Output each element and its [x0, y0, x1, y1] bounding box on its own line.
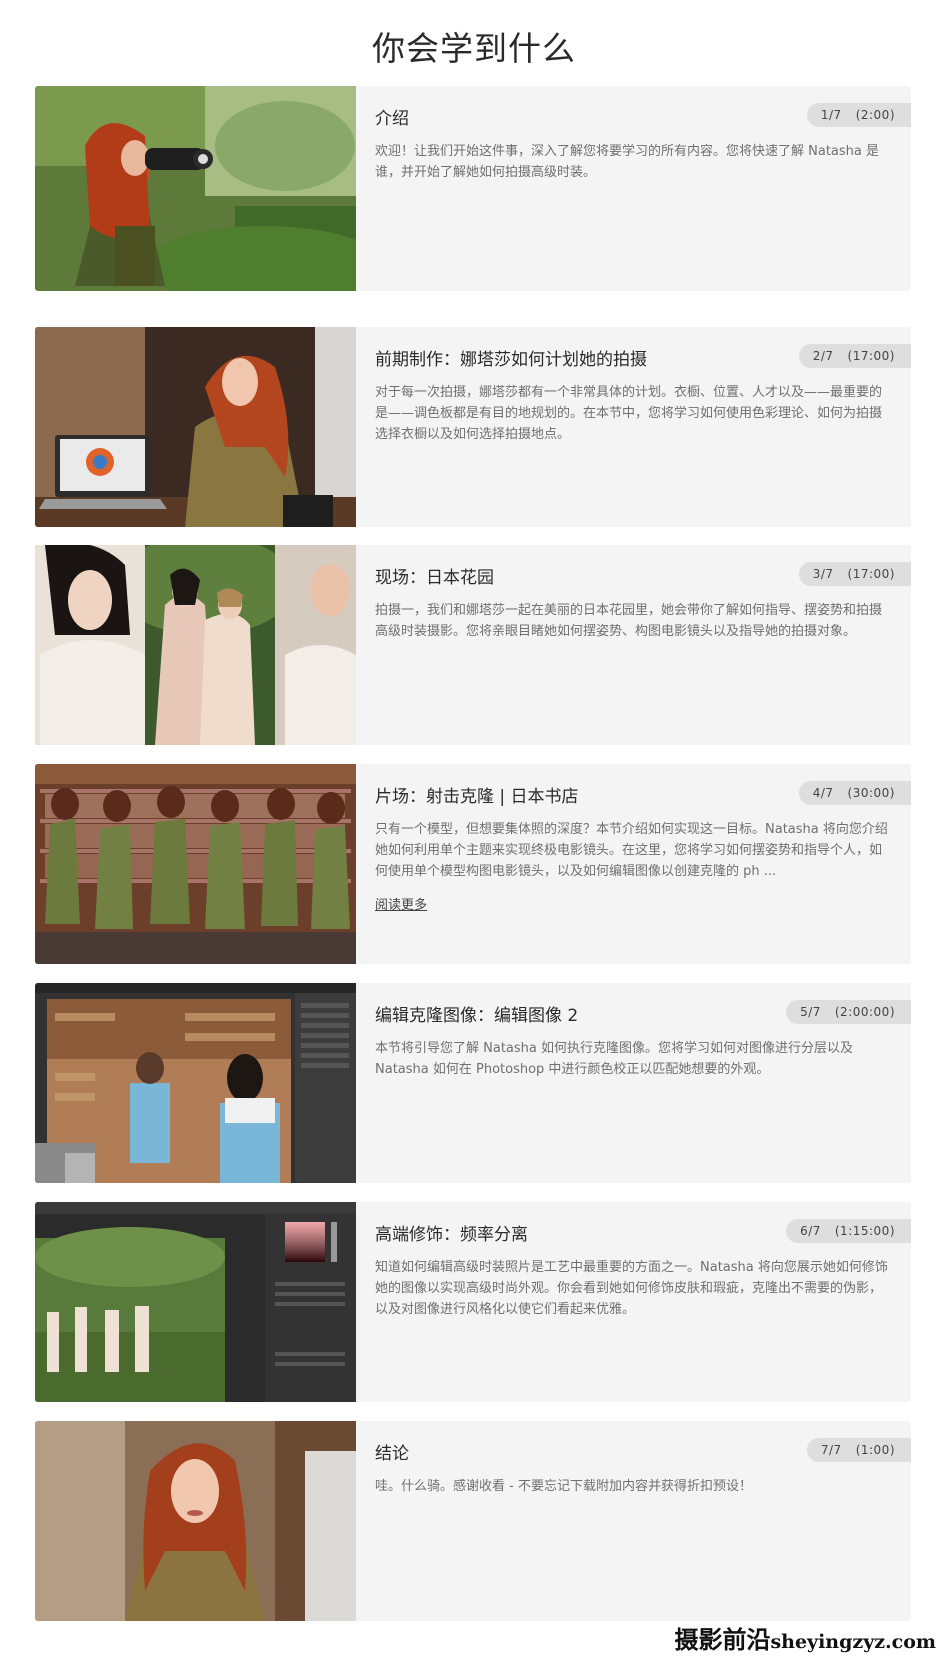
lesson-description: 本节将引导您了解 Natasha 如何执行克隆图像。您将学习如何对图像进行分层以…: [375, 1041, 853, 1077]
lesson-thumbnail[interactable]: [35, 545, 356, 745]
lesson-card[interactable]: 结论 7/7 (1:00) 哇。什么骑。感谢收看 - 不要忘记下载附加内容并获得折…: [35, 1421, 911, 1621]
woman-talking-to-camera-photo: [35, 1421, 356, 1621]
lesson-title[interactable]: 高端修饰：频率分离: [375, 1220, 528, 1245]
lesson-card[interactable]: 介绍 1/7 (2:00) 欢迎！让我们开始这件事，深入了解您将要学习的所有内容。…: [35, 86, 911, 291]
photographer-in-garden-photo: [35, 86, 356, 291]
lesson-duration: (30:00): [847, 786, 895, 800]
lesson-duration: (2:00:00): [834, 1005, 895, 1019]
lesson-thumbnail[interactable]: [35, 1202, 356, 1402]
lesson-progress-badge: 6/7 (1:15:00): [786, 1219, 911, 1243]
woman-with-laptop-photo: [35, 327, 356, 527]
lesson-thumbnail[interactable]: [35, 764, 356, 964]
site-watermark: 摄影前沿sheyingzyz.com: [668, 1623, 942, 1657]
lesson-thumbnail[interactable]: [35, 327, 356, 527]
lesson-description: 知道如何编辑高级时装照片是工艺中最重要的方面之一。Natasha 将向您展示她如…: [375, 1260, 888, 1317]
lesson-card[interactable]: 编辑克隆图像：编辑图像 2 5/7 (2:00:00) 本节将引导您了解 Nata…: [35, 983, 911, 1183]
lesson-index: 6/7: [800, 1224, 821, 1238]
photoshop-bookstore-edit-screenshot: [35, 983, 356, 1183]
photoshop-garden-retouch-screenshot: [35, 1202, 356, 1402]
lesson-progress-badge: 4/7 (30:00): [798, 781, 911, 805]
lesson-card[interactable]: 现场：日本花园 3/7 (17:00) 拍摄一，我们和娜塔莎一起在美丽的日本花园里…: [35, 545, 911, 745]
lesson-progress-badge: 7/7 (1:00): [806, 1438, 911, 1462]
lesson-progress-badge: 3/7 (17:00): [798, 562, 911, 586]
page-title: 你会学到什么: [372, 29, 576, 68]
lesson-index: 7/7: [820, 1443, 842, 1457]
lesson-index: 1/7: [820, 108, 842, 122]
lesson-duration: (17:00): [847, 567, 895, 581]
lesson-progress-badge: 5/7 (2:00:00): [786, 1000, 911, 1024]
lesson-description: 只有一个模型，但想要集体照的深度？本节介绍如何实现这一目标。Natasha 将向…: [375, 822, 888, 879]
lesson-title[interactable]: 编辑克隆图像：编辑图像 2: [375, 1001, 578, 1026]
watermark-en: sheyingzyz.com: [770, 1631, 936, 1653]
lesson-duration: (2:00): [855, 108, 895, 122]
lesson-index: 5/7: [800, 1005, 821, 1019]
lesson-title[interactable]: 结论: [375, 1439, 409, 1464]
lesson-title[interactable]: 现场：日本花园: [375, 563, 494, 588]
lesson-description: 对于每一次拍摄，娜塔莎都有一个非常具体的计划。衣橱、位置、人才以及——最重要的是…: [375, 385, 883, 442]
lesson-thumbnail[interactable]: [35, 1421, 356, 1621]
lesson-card[interactable]: 前期制作：娜塔莎如何计划她的拍摄 2/7 (17:00) 对于每一次拍摄，娜塔莎都…: [35, 327, 911, 527]
lesson-index: 3/7: [812, 567, 834, 581]
lesson-thumbnail[interactable]: [35, 86, 356, 291]
lesson-progress-badge: 1/7 (2:00): [806, 103, 911, 127]
lesson-description: 拍摄一，我们和娜塔莎一起在美丽的日本花园里，她会带你了解如何指导、摆姿势和拍摄高…: [375, 603, 883, 639]
cloned-model-bookstore-photo: [35, 764, 356, 964]
lesson-description: 欢迎！让我们开始这件事，深入了解您将要学习的所有内容。您将快速了解 Natash…: [375, 144, 879, 180]
lesson-description: 哇。什么骑。感谢收看 - 不要忘记下载附加内容并获得折扣预设！: [375, 1479, 752, 1494]
lesson-index: 4/7: [812, 786, 834, 800]
lesson-card[interactable]: 片场：射击克隆 | 日本书店 4/7 (30:00) 只有一个模型，但想要集体照的…: [35, 764, 911, 964]
lesson-duration: (1:15:00): [834, 1224, 895, 1238]
lesson-card[interactable]: 高端修饰：频率分离 6/7 (1:15:00) 知道如何编辑高级时装照片是工艺中最…: [35, 1202, 911, 1402]
models-in-garden-photo: [35, 545, 356, 745]
lesson-progress-badge: 2/7 (17:00): [798, 344, 911, 368]
lesson-title[interactable]: 片场：射击克隆 | 日本书店: [375, 782, 579, 807]
lesson-index: 2/7: [812, 349, 834, 363]
lesson-thumbnail[interactable]: [35, 983, 356, 1183]
lesson-title[interactable]: 前期制作：娜塔莎如何计划她的拍摄: [375, 345, 647, 370]
watermark-cn: 摄影前沿: [674, 1625, 771, 1654]
lesson-title[interactable]: 介绍: [375, 104, 409, 129]
lesson-duration: (17:00): [847, 349, 895, 363]
read-more-link[interactable]: 阅读更多: [375, 894, 427, 913]
lesson-duration: (1:00): [855, 1443, 895, 1457]
